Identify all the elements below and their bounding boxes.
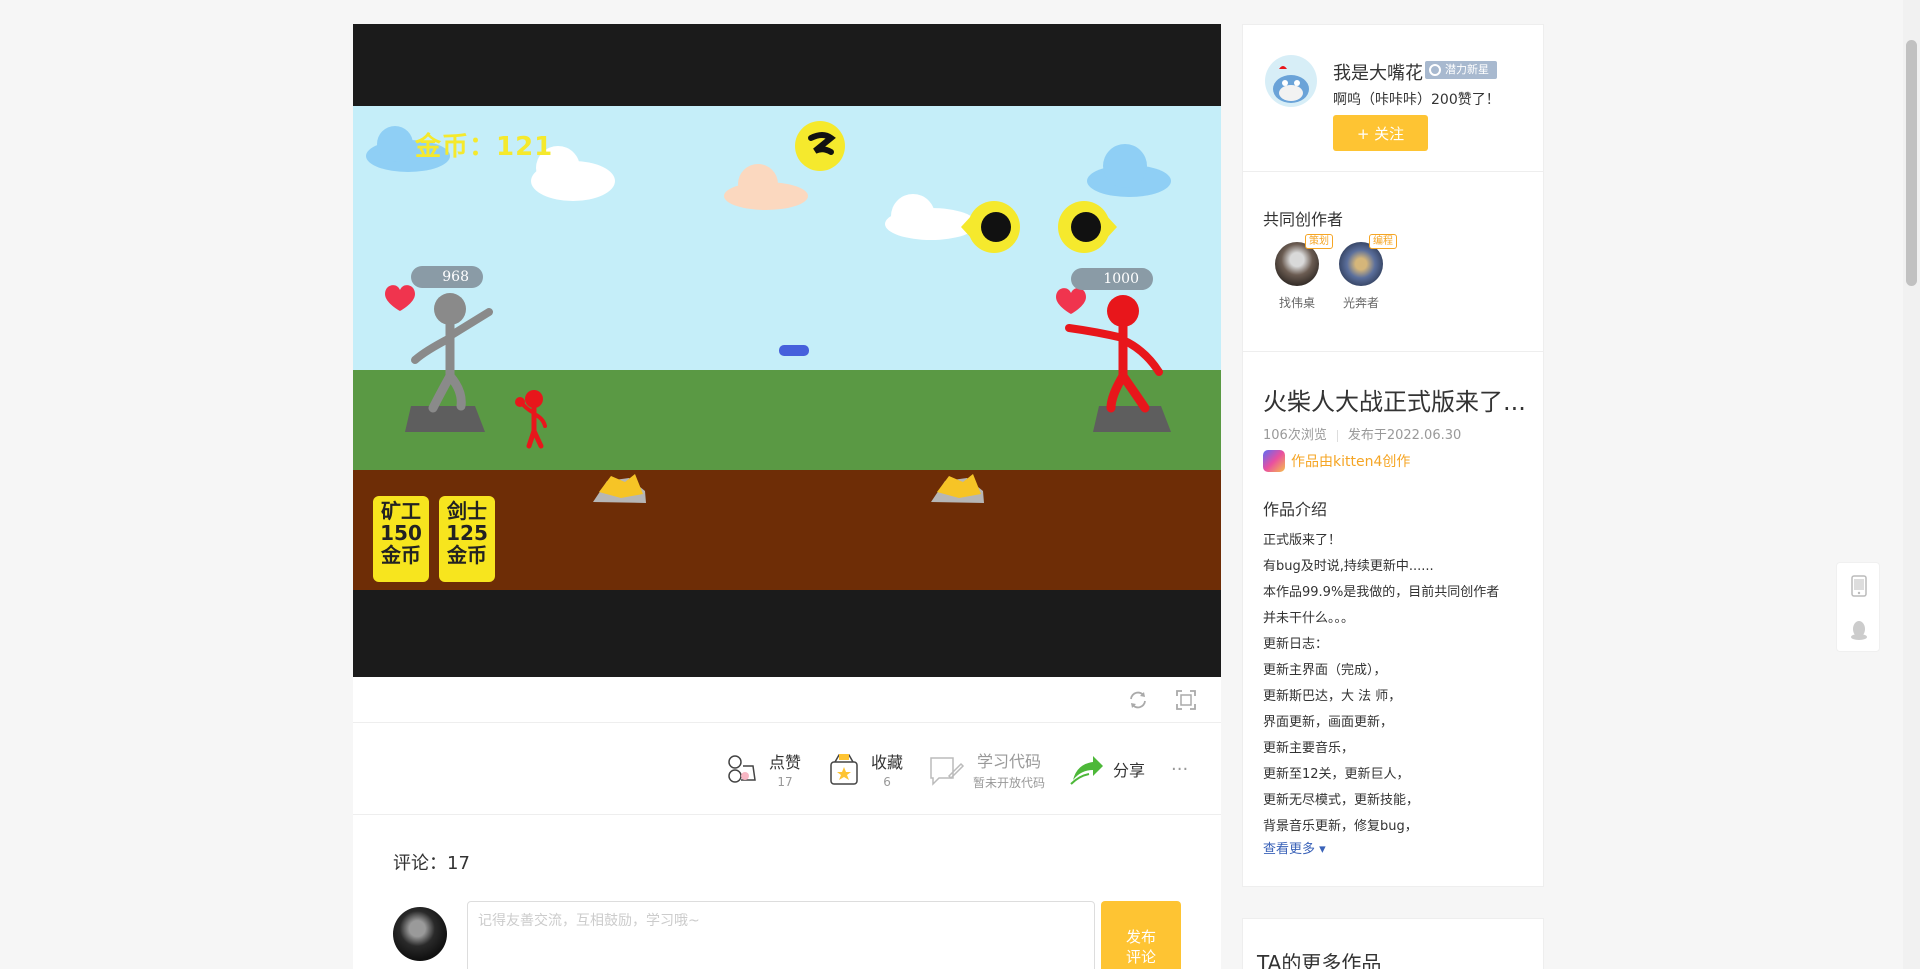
author-card: 我是大嘴花 潜力新星 啊呜（咔咔咔）200赞了！ + 关注 [1242,24,1544,172]
author-level-badge: 潜力新星 [1425,61,1497,79]
game-stage[interactable]: 金币：121 968 1000 矿工 150 金币 剑士 125 金币 [353,106,1221,590]
cocreator-item[interactable]: 编程 光奔者 [1331,234,1397,311]
fullscreen-icon[interactable] [1175,689,1197,711]
share-label: 分享 [1113,761,1146,780]
like-icon [728,755,756,783]
work-meta: 106次浏览 发布于2022.06.30 [1263,424,1461,443]
made-with-label: 作品由kitten4创作 [1291,454,1411,470]
cocreator-name: 光奔者 [1342,296,1379,310]
current-user-avatar [393,907,447,961]
publish-label-1: 发布 [1125,928,1156,946]
intro-line: 有bug及时说,持续更新中...... [1263,559,1434,574]
cocreator-avatar: 编程 [1339,234,1397,286]
qq-icon [1851,620,1867,640]
lightning-icon [795,121,845,171]
author-name[interactable]: 我是大嘴花 [1333,59,1423,85]
work-info-card: 火柴人大战正式版来了... 106次浏览 发布于2022.06.30 作品由kit… [1242,352,1544,887]
comment-count-title: 评论：17 [393,853,470,874]
learn-code-label: 学习代码 [977,751,1042,771]
phone-icon [1851,574,1867,597]
kitten4-icon [1263,450,1285,472]
intro-title: 作品介绍 [1263,500,1328,519]
intro-line: 更新至12关，更新巨人， [1263,767,1410,782]
more-icon: ··· [1171,758,1189,780]
intro-line: 背景音乐更新，修复bug， [1263,819,1418,834]
share-button[interactable]: 分享 [1067,747,1145,791]
intro-line: 正式版来了！ [1263,533,1342,548]
cocreators-card: 共同创作者 策划 找伟桌 编程 光奔者 [1242,172,1544,352]
game-player[interactable]: 金币：121 968 1000 矿工 150 金币 剑士 125 金币 [353,24,1221,677]
like-label: 点赞 [769,753,802,772]
intro-line: 更新主要音乐， [1263,741,1355,756]
qq-share-button[interactable] [1837,608,1881,653]
learn-code-note: 暂未开放代码 [973,775,1046,790]
player-control-bar [353,677,1221,723]
see-more-link[interactable]: 查看更多 ▾ [1263,838,1326,857]
publish-label-2: 评论 [1125,948,1156,966]
intro-line: 更新无尽模式，更新技能， [1263,793,1420,808]
intro-line: 界面更新，画面更新， [1263,715,1394,730]
intro-text: 正式版来了！ 有bug及时说,持续更新中...... 本作品99.9%是我做的，… [1263,528,1533,840]
page-scrollbar-thumb[interactable] [1906,40,1917,286]
more-works-card: TA的更多作品 [1242,918,1544,969]
cocreator-item[interactable]: 策划 找伟桌 [1267,234,1333,311]
swordsman-card-button[interactable]: 剑士 125 金币 [439,496,495,582]
author-bio: 啊呜（咔咔咔）200赞了！ [1333,92,1500,108]
work-actions: 点赞 17 收藏 6 学习代码暂未开放代码 分享 ··· [353,723,1221,815]
favorite-label: 收藏 [871,753,904,772]
comment-section: 评论：17 发布 评论 [353,815,1221,969]
card-name: 剑士 [447,499,487,523]
enemy-hp: 968 [411,266,483,288]
author-avatar[interactable] [1265,55,1317,107]
cocreator-name: 找伟桌 [1278,296,1315,310]
code-icon [930,757,965,786]
intro-line: 更新主界面（完成）， [1263,663,1387,678]
card-unit: 金币 [381,543,421,567]
mobile-view-button[interactable] [1837,563,1881,608]
share-icon [1070,756,1103,785]
cocreator-avatar: 策划 [1275,234,1333,286]
card-unit: 金币 [447,543,487,567]
learn-code-button[interactable]: 学习代码暂未开放代码 [927,747,1045,791]
publish-date: 发布于2022.06.30 [1347,428,1462,443]
work-title: 火柴人大战正式版来了... [1263,388,1526,416]
favorite-count: 6 [883,775,891,789]
view-count: 106次浏览 [1263,428,1327,443]
follow-button[interactable]: + 关注 [1333,115,1428,151]
miner-card-button[interactable]: 矿工 150 金币 [373,496,429,582]
like-button[interactable]: 点赞 17 [723,747,801,791]
coin-counter: 金币：121 [415,132,554,162]
card-name: 矿工 [381,499,421,523]
cocreators-title: 共同创作者 [1263,210,1344,229]
intro-line: 更新斯巴达，大 法 师， [1263,689,1402,704]
comment-input[interactable] [467,901,1095,969]
made-with-link[interactable]: 作品由kitten4创作 [1263,450,1410,472]
favorite-button[interactable]: 收藏 6 [825,747,903,791]
player-hp: 1000 [1071,268,1153,290]
publish-comment-button[interactable]: 发布 评论 [1101,901,1181,969]
more-button[interactable]: ··· [1171,747,1188,791]
like-count: 17 [777,775,793,789]
intro-line: 并未干什么。。。 [1263,611,1355,626]
favorite-icon [830,754,858,785]
more-works-title: TA的更多作品 [1257,951,1382,969]
floating-toolbar [1836,562,1880,652]
projectile [779,345,809,356]
restart-icon[interactable] [1127,689,1149,711]
intro-line: 更新日志： [1263,637,1329,652]
intro-line: 本作品99.9%是我做的，目前共同创作者 [1263,585,1500,600]
card-cost: 150 [380,521,422,545]
cocreator-role-tag: 编程 [1369,234,1397,249]
cocreator-role-tag: 策划 [1305,234,1333,249]
card-cost: 125 [446,521,488,545]
